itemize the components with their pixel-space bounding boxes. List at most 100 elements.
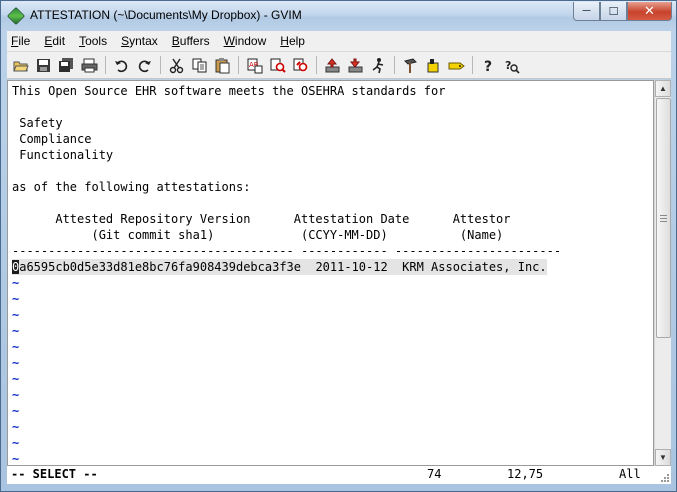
scroll-up-arrow-icon[interactable]: ▲ xyxy=(655,80,671,97)
vertical-scrollbar[interactable]: ▲ ▼ xyxy=(654,80,671,466)
menu-label-rest: uffers xyxy=(179,34,210,48)
make-icon xyxy=(404,57,417,73)
window-title: ATTESTATION (~\Documents\My Dropbox) - G… xyxy=(30,8,302,22)
undo-button[interactable] xyxy=(111,55,132,76)
status-count: 74 xyxy=(427,467,442,481)
menu-accelerator: H xyxy=(280,34,289,48)
text-line: (Git commit sha1) (CCYY-MM-DD) (Name) xyxy=(12,228,504,242)
load-session-icon xyxy=(325,57,340,72)
editor-text-area[interactable]: This Open Source EHR software meets the … xyxy=(7,80,654,466)
empty-line-marker: ~ xyxy=(12,436,20,450)
empty-line-marker: ~ xyxy=(12,372,20,386)
menu-item-tools[interactable]: Tools xyxy=(79,34,107,48)
find-next-button[interactable] xyxy=(267,55,288,76)
grip-icon xyxy=(660,214,667,222)
help-icon: ? xyxy=(484,59,492,74)
svg-text:?: ? xyxy=(505,59,511,72)
replace-button[interactable]: AB xyxy=(244,55,265,76)
build-tags-icon xyxy=(427,58,439,72)
text-line: Compliance xyxy=(12,132,92,146)
tag-jump-icon xyxy=(448,62,465,69)
svg-text:?: ? xyxy=(484,59,492,74)
scroll-percentage: All xyxy=(619,467,641,481)
save-button[interactable] xyxy=(33,55,54,76)
menu-accelerator: S xyxy=(121,34,130,48)
toolbar-separator xyxy=(394,56,395,74)
find-next-icon xyxy=(270,58,286,73)
selected-line-text: a6595cb0d5e33d81e8bc76fa908439debca3f3e … xyxy=(19,260,547,274)
menu-label-rest: dit xyxy=(52,34,66,48)
load-session-button[interactable] xyxy=(322,55,343,76)
menu-item-buffers[interactable]: Buffers xyxy=(172,34,210,48)
empty-line-marker: ~ xyxy=(12,452,20,466)
maximize-button[interactable]: ☐ xyxy=(600,2,627,21)
menu-item-window[interactable]: Window xyxy=(224,34,267,48)
text-line: Attested Repository Version Attestation … xyxy=(12,212,511,226)
menu-accelerator: W xyxy=(223,34,235,48)
selected-line: 0a6595cb0d5e33d81e8bc76fa908439debca3f3e… xyxy=(12,259,547,275)
open-icon xyxy=(13,61,29,71)
save-session-button[interactable] xyxy=(345,55,366,76)
text-line: --------------------------------------- … xyxy=(12,244,562,258)
empty-line-marker: ~ xyxy=(12,340,20,354)
menu-label-rest: yntax xyxy=(129,34,158,48)
menu-item-syntax[interactable]: Syntax xyxy=(121,34,158,48)
empty-line-marker: ~ xyxy=(12,324,20,338)
status-line: -- SELECT -- 74 12,75 All xyxy=(7,466,671,484)
replace-icon: AB xyxy=(247,58,263,73)
scroll-down-arrow-icon[interactable]: ▼ xyxy=(655,449,671,466)
empty-line-marker: ~ xyxy=(12,356,20,370)
copy-icon xyxy=(192,58,207,72)
paste-button[interactable] xyxy=(212,55,233,76)
empty-line-marker: ~ xyxy=(12,404,20,418)
text-line: Safety xyxy=(12,116,63,130)
help-button[interactable]: ? xyxy=(478,55,499,76)
make-button[interactable] xyxy=(400,55,421,76)
close-button[interactable]: ✕ xyxy=(627,2,672,21)
scrollbar-thumb[interactable] xyxy=(656,98,671,338)
resize-grip-icon[interactable] xyxy=(659,472,669,482)
run-script-button[interactable] xyxy=(368,55,389,76)
vim-logo-icon xyxy=(6,6,26,26)
menu-label-rest: ile xyxy=(18,34,31,48)
cursor-position: 12,75 xyxy=(507,467,544,481)
caption-buttons: ─ ☐ ✕ xyxy=(573,2,672,21)
copy-button[interactable] xyxy=(189,55,210,76)
save-icon xyxy=(37,58,50,72)
text-line: as of the following attestations: xyxy=(12,180,251,194)
empty-line-marker: ~ xyxy=(12,292,20,306)
mode-indicator: -- SELECT -- xyxy=(11,467,98,481)
menu-item-file[interactable]: File xyxy=(11,34,30,48)
find-prev-icon xyxy=(293,58,308,71)
empty-line-marker: ~ xyxy=(12,420,20,434)
open-button[interactable] xyxy=(10,55,31,76)
menu-bar: File Edit Tools Syntax Buffers Window Help xyxy=(7,31,671,51)
title-bar[interactable]: ATTESTATION (~\Documents\My Dropbox) - G… xyxy=(1,1,676,31)
empty-line-marker: ~ xyxy=(12,276,20,290)
toolbar-separator xyxy=(160,56,161,74)
run-script-icon xyxy=(372,57,384,73)
print-button[interactable] xyxy=(79,55,100,76)
menu-item-help[interactable]: Help xyxy=(280,34,305,48)
build-tags-button[interactable] xyxy=(423,55,444,76)
save-all-icon xyxy=(59,57,73,72)
menu-label-rest: elp xyxy=(288,34,305,48)
toolbar: AB?? xyxy=(7,51,671,79)
toolbar-separator xyxy=(105,56,106,74)
text-line: This Open Source EHR software meets the … xyxy=(12,84,446,98)
print-icon xyxy=(81,58,98,72)
redo-button[interactable] xyxy=(134,55,155,76)
empty-line-marker: ~ xyxy=(12,308,20,322)
tag-jump-button[interactable] xyxy=(446,55,467,76)
text-line: Functionality xyxy=(12,148,114,162)
redo-icon xyxy=(138,60,151,72)
find-help-button[interactable]: ? xyxy=(501,55,522,76)
empty-line-marker: ~ xyxy=(12,388,20,402)
find-prev-button[interactable] xyxy=(290,55,311,76)
cut-button[interactable] xyxy=(166,55,187,76)
save-all-button[interactable] xyxy=(56,55,77,76)
cut-icon xyxy=(169,58,184,73)
minimize-button[interactable]: ─ xyxy=(573,2,600,21)
undo-icon xyxy=(115,60,128,72)
menu-item-edit[interactable]: Edit xyxy=(44,34,65,48)
